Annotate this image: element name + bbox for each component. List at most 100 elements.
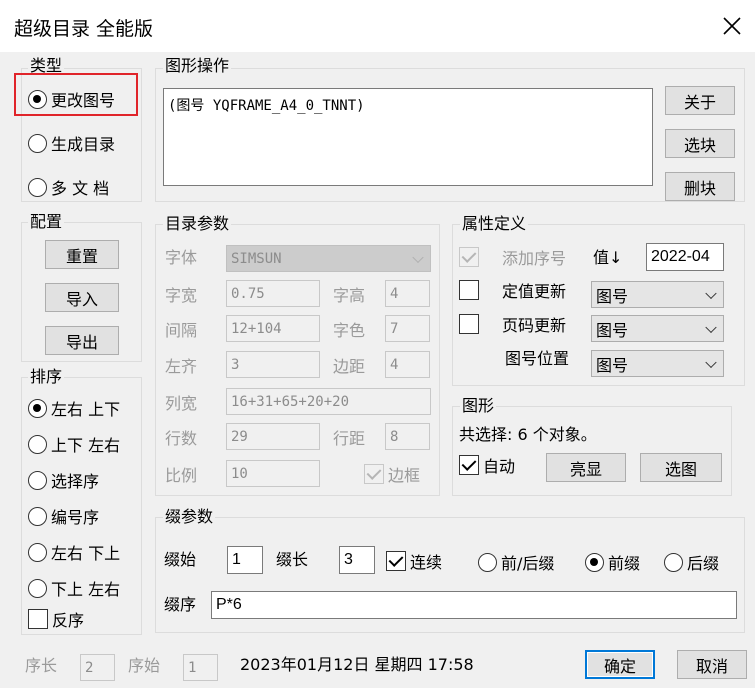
- checkbox-icon: [459, 280, 479, 300]
- row-count-field[interactable]: 29: [226, 423, 320, 450]
- left-align-label: 左齐: [165, 357, 198, 376]
- seq-length-field[interactable]: 2: [80, 654, 115, 681]
- prefix-start-label: 缀始: [164, 550, 197, 569]
- graphic-ops-legend: 图形操作: [163, 56, 232, 76]
- suffix-radio[interactable]: 后缀: [664, 549, 719, 575]
- width-label: 字宽: [165, 286, 198, 305]
- chevron-down-icon: [705, 356, 717, 368]
- ok-button[interactable]: 确定: [585, 650, 655, 679]
- page-update-checkbox[interactable]: 页码更新: [459, 311, 566, 337]
- sort-option-bt-lr[interactable]: 下上 左右: [28, 575, 120, 601]
- radio-icon: [28, 506, 47, 526]
- prefix-length-field[interactable]: 3: [339, 546, 375, 574]
- select-drawing-button[interactable]: 选图: [640, 453, 722, 482]
- radio-icon: [28, 177, 47, 197]
- sort-legend: 排序: [28, 367, 65, 387]
- row-spacing-label: 行距: [333, 429, 366, 448]
- fixed-update-select[interactable]: 图号: [591, 281, 724, 308]
- sort-option-number[interactable]: 编号序: [28, 503, 99, 529]
- radio-icon: [28, 434, 47, 454]
- margin-field[interactable]: 4: [385, 351, 430, 378]
- scale-field[interactable]: 10: [226, 460, 320, 487]
- chevron-down-icon: [412, 251, 424, 263]
- datetime-text: 2023年01月12日 星期四 17:58: [240, 655, 474, 674]
- radio-icon: [28, 133, 47, 153]
- radio-icon: [28, 470, 47, 490]
- checkbox-icon: [364, 464, 384, 484]
- sort-option-lr-tb[interactable]: 左右 上下: [28, 395, 120, 421]
- seq-start-label: 序始: [128, 656, 161, 675]
- value-field[interactable]: 2022-04: [646, 243, 724, 271]
- attr-def-legend: 属性定义: [460, 214, 529, 234]
- font-select[interactable]: SIMSUN: [226, 245, 431, 272]
- checkbox-icon: [28, 609, 48, 629]
- number-position-label: 图号位置: [505, 349, 570, 368]
- graphic-legend: 图形: [460, 396, 497, 416]
- row-count-label: 行数: [165, 429, 198, 448]
- prefix-radio[interactable]: 前缀: [585, 549, 640, 575]
- prefix-suffix-radio[interactable]: 前/后缀: [478, 549, 554, 575]
- delete-block-button[interactable]: 删块: [665, 172, 735, 201]
- select-block-button[interactable]: 选块: [665, 129, 735, 158]
- auto-checkbox[interactable]: 自动: [459, 452, 515, 478]
- margin-label: 边距: [333, 357, 366, 376]
- radio-icon: [664, 552, 683, 572]
- radio-icon: [585, 552, 604, 572]
- radio-icon: [478, 552, 497, 572]
- fixed-update-checkbox[interactable]: 定值更新: [459, 277, 566, 303]
- checkbox-icon: [459, 455, 479, 475]
- color-label: 字色: [333, 321, 366, 340]
- value-label: 值↓: [593, 248, 623, 267]
- col-width-field[interactable]: 16+31+65+20+20: [226, 388, 431, 415]
- cancel-button[interactable]: 取消: [677, 650, 747, 679]
- type-option-generate-catalog[interactable]: 生成目录: [28, 130, 115, 156]
- border-checkbox[interactable]: 边框: [364, 461, 420, 487]
- sort-option-tb-lr[interactable]: 上下 左右: [28, 431, 120, 457]
- spacing-label: 间隔: [165, 321, 198, 340]
- config-legend: 配置: [28, 212, 65, 232]
- height-field[interactable]: 4: [385, 280, 430, 307]
- row-spacing-field[interactable]: 8: [385, 423, 430, 450]
- seq-start-field[interactable]: 1: [183, 654, 218, 681]
- catalog-params-legend: 目录参数: [163, 214, 232, 234]
- col-width-label: 列宽: [165, 394, 198, 413]
- selection-count-text: 共选择: 6 个对象。: [459, 425, 597, 444]
- prefix-order-label: 缀序: [164, 595, 197, 614]
- checkbox-icon: [386, 551, 406, 571]
- height-label: 字高: [333, 286, 366, 305]
- chevron-down-icon: [705, 287, 717, 299]
- color-field[interactable]: 7: [385, 315, 430, 342]
- add-seq-checkbox[interactable]: 添加序号: [459, 244, 566, 270]
- sort-option-lr-bt[interactable]: 左右 下上: [28, 539, 120, 565]
- graphic-group: [452, 406, 732, 496]
- prefix-length-label: 缀长: [276, 550, 309, 569]
- width-field[interactable]: 0.75: [226, 280, 320, 307]
- spacing-field[interactable]: 12+104: [226, 315, 320, 342]
- drawing-number-textarea[interactable]: (图号 YQFRAME_A4_0_TNNT): [163, 88, 653, 186]
- scale-label: 比例: [165, 466, 198, 485]
- chevron-down-icon: [705, 321, 717, 333]
- prefix-start-field[interactable]: 1: [227, 546, 263, 574]
- continuous-checkbox[interactable]: 连续: [386, 548, 442, 574]
- radio-icon: [28, 542, 47, 562]
- checkbox-icon: [459, 314, 479, 334]
- sort-option-selection[interactable]: 选择序: [28, 467, 99, 493]
- reset-button[interactable]: 重置: [45, 240, 119, 269]
- import-button[interactable]: 导入: [45, 283, 119, 312]
- font-label: 字体: [165, 248, 198, 267]
- reverse-checkbox[interactable]: 反序: [28, 606, 84, 632]
- seq-length-label: 序长: [25, 656, 58, 675]
- number-position-select[interactable]: 图号: [591, 350, 724, 377]
- prefix-order-field[interactable]: P*6: [211, 591, 737, 619]
- left-align-field[interactable]: 3: [226, 351, 320, 378]
- export-button[interactable]: 导出: [45, 326, 119, 355]
- radio-icon: [28, 578, 47, 598]
- level-params-legend: 缀参数: [163, 507, 216, 527]
- highlight-button[interactable]: 亮显: [546, 453, 626, 482]
- about-button[interactable]: 关于: [665, 86, 735, 115]
- radio-icon: [28, 398, 47, 418]
- type-option-multi-doc[interactable]: 多 文 档: [28, 174, 109, 200]
- close-icon[interactable]: [718, 12, 746, 40]
- window-title: 超级目录 全能版: [14, 18, 154, 40]
- page-update-select[interactable]: 图号: [591, 315, 724, 342]
